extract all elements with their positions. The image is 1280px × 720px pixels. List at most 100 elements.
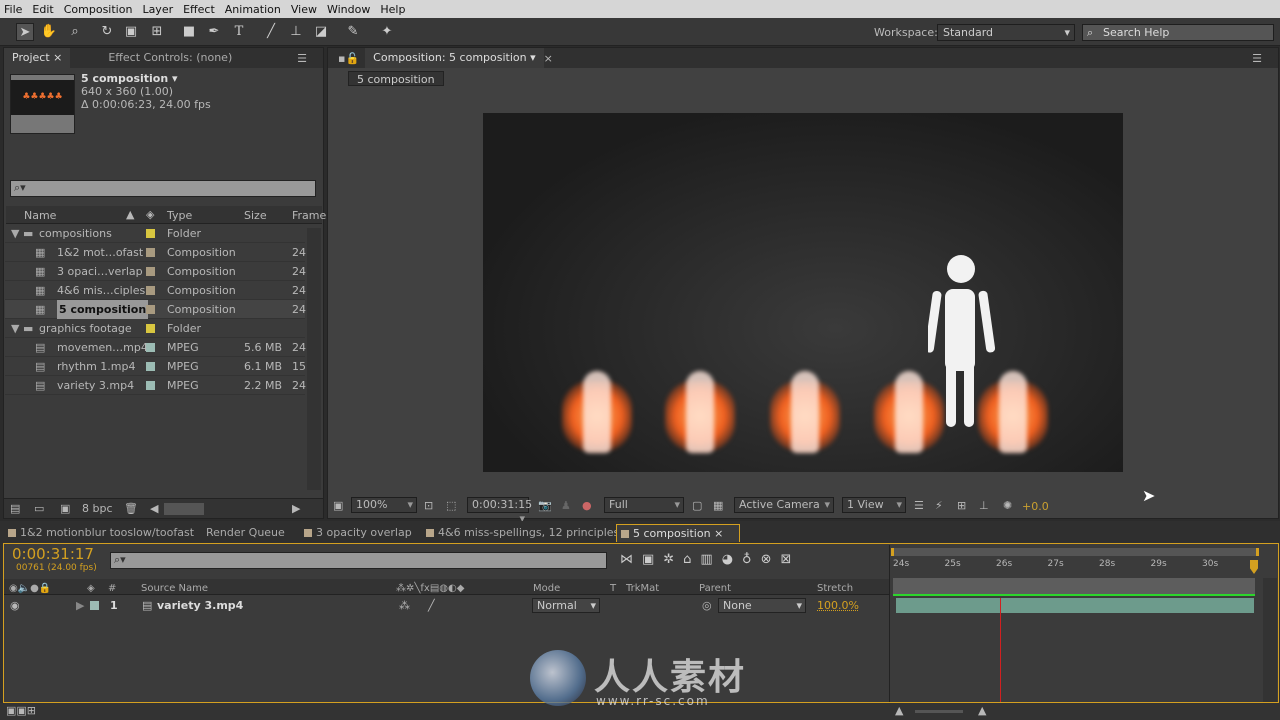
- camera-tool-icon[interactable]: ▣: [122, 23, 140, 41]
- eraser-tool-icon[interactable]: ◪: [312, 23, 330, 41]
- shy-switch-icon[interactable]: ⁂: [399, 599, 410, 612]
- timeline-tab[interactable]: 1&2 motionblur tooslow/toofast: [4, 524, 194, 542]
- column-type[interactable]: Type: [167, 209, 192, 222]
- selection-tool-icon[interactable]: ➤: [16, 23, 34, 41]
- project-item[interactable]: ▦ 1&2 mot…ofast Composition 24: [5, 243, 306, 262]
- menu-animation[interactable]: Animation: [225, 3, 281, 16]
- channel-rgb-icon[interactable]: ●: [582, 499, 592, 512]
- timeline-search-input[interactable]: ⌕▾: [110, 552, 607, 569]
- label-color[interactable]: [146, 324, 155, 333]
- rectangle-tool-icon[interactable]: ■: [180, 23, 198, 41]
- column-source-name[interactable]: Source Name: [141, 583, 208, 594]
- toggle-pixel-aspect-icon[interactable]: ☰: [914, 499, 924, 512]
- quality-switch-icon[interactable]: ╱: [428, 599, 435, 612]
- project-search-input[interactable]: ⌕▾: [10, 180, 316, 197]
- reset-exposure-icon[interactable]: ✺: [1003, 499, 1012, 512]
- interpret-footage-icon[interactable]: ▤: [10, 502, 20, 515]
- current-time-display[interactable]: 0:00:31:15: [467, 497, 532, 526]
- zoom-in-icon[interactable]: ▲: [978, 704, 986, 717]
- tab-composition[interactable]: Composition: 5 composition ▾: [365, 48, 544, 68]
- label-color[interactable]: [146, 381, 155, 390]
- new-composition-icon[interactable]: ▣: [60, 502, 70, 515]
- parent-dropdown[interactable]: None ▾: [718, 598, 806, 613]
- workspace-dropdown[interactable]: Standard ▾: [937, 24, 1075, 41]
- timeline-switches[interactable]: ⋈▣✲⌂▥◕♁⊗⊠: [620, 552, 880, 567]
- timeline-current-time[interactable]: 0:00:31:17: [12, 545, 94, 563]
- label-color[interactable]: [146, 305, 155, 314]
- menu-composition[interactable]: Composition: [64, 3, 133, 16]
- timeline-icon[interactable]: ⊞: [957, 499, 966, 512]
- timeline-scrollbar[interactable]: [1263, 578, 1277, 702]
- project-item[interactable]: ▤ variety 3.mp4 MPEG 2.2 MB 24: [5, 376, 306, 395]
- zoom-tool-icon[interactable]: ⌕: [66, 23, 84, 41]
- new-folder-icon[interactable]: ▭: [34, 502, 44, 515]
- selected-item-name[interactable]: 5 composition ▾: [81, 72, 178, 85]
- close-icon[interactable]: ×: [544, 52, 553, 65]
- comp-breadcrumb[interactable]: 5 composition: [348, 71, 444, 86]
- puppet-pin-tool-icon[interactable]: ✦: [378, 23, 396, 41]
- clone-stamp-tool-icon[interactable]: ⊥: [287, 23, 305, 41]
- blend-mode-dropdown[interactable]: Normal ▾: [532, 598, 600, 613]
- tab-effect-controls[interactable]: Effect Controls: (none): [100, 48, 240, 68]
- resolution-dropdown[interactable]: Full: [604, 497, 684, 513]
- view-layout-dropdown[interactable]: 1 View: [842, 497, 906, 513]
- project-item[interactable]: ▦ 5 composition Composition 24: [5, 300, 306, 319]
- brush-tool-icon[interactable]: ╱: [262, 23, 280, 41]
- column-frame[interactable]: Frame: [292, 209, 326, 222]
- safe-zones-icon[interactable]: ⊡: [424, 499, 433, 512]
- type-tool-icon[interactable]: T: [230, 23, 248, 41]
- label-color[interactable]: [146, 286, 155, 295]
- label-color[interactable]: [146, 362, 155, 371]
- project-item[interactable]: ▼ ▬ graphics footage Folder: [5, 319, 305, 338]
- trash-icon[interactable]: 🗑: [124, 502, 138, 515]
- fast-previews-icon[interactable]: ⚡: [935, 499, 943, 512]
- tab-project[interactable]: Project ×: [4, 48, 71, 68]
- bpc-button[interactable]: 8 bpc: [82, 502, 113, 515]
- always-preview-icon[interactable]: ▣: [333, 499, 343, 512]
- mask-visibility-icon[interactable]: ⬚: [446, 499, 456, 512]
- project-scrollbar[interactable]: [307, 228, 321, 490]
- timeline-tab[interactable]: 5 composition ×: [616, 524, 741, 542]
- transparency-grid-icon[interactable]: ▦: [713, 499, 723, 512]
- region-of-interest-icon[interactable]: ▢: [692, 499, 702, 512]
- layer-duration-bar[interactable]: [896, 598, 1254, 613]
- stretch-value[interactable]: 100.0%: [817, 599, 859, 612]
- label-color[interactable]: [146, 343, 155, 352]
- camera-view-dropdown[interactable]: Active Camera: [734, 497, 834, 513]
- pan-behind-tool-icon[interactable]: ⊞: [148, 23, 166, 41]
- rotate-tool-icon[interactable]: ↻: [98, 23, 116, 41]
- composition-canvas[interactable]: [483, 113, 1123, 472]
- project-item[interactable]: ▦ 4&6 mis…ciples Composition 24: [5, 281, 306, 300]
- menu-edit[interactable]: Edit: [32, 3, 53, 16]
- flowchart-icon[interactable]: ⊥: [979, 499, 989, 512]
- column-name[interactable]: Name: [24, 209, 56, 222]
- label-color[interactable]: [90, 601, 99, 610]
- scroll-right-icon[interactable]: ▶: [292, 502, 300, 515]
- eye-visibility-icon[interactable]: ◉: [10, 599, 20, 612]
- lock-icon[interactable]: ▪🔓: [338, 52, 359, 65]
- column-size[interactable]: Size: [244, 209, 267, 222]
- close-icon[interactable]: ×: [714, 527, 723, 540]
- snapshot-camera-icon[interactable]: 📷: [538, 499, 552, 512]
- timeline-tab[interactable]: 3 opacity overlap: [300, 524, 412, 542]
- menu-layer[interactable]: Layer: [142, 3, 173, 16]
- label-color[interactable]: [146, 229, 155, 238]
- panel-menu-icon[interactable]: ☰: [1252, 52, 1262, 65]
- menu-help[interactable]: Help: [380, 3, 405, 16]
- horizontal-scrollbar[interactable]: [164, 503, 204, 515]
- show-snapshot-icon[interactable]: ♟: [561, 499, 571, 512]
- zoom-out-icon[interactable]: ▲: [895, 704, 903, 717]
- panel-menu-icon[interactable]: ☰: [297, 52, 307, 65]
- pick-whip-icon[interactable]: ◎: [702, 599, 712, 612]
- scroll-left-icon[interactable]: ◀: [150, 502, 158, 515]
- exposure-value[interactable]: +0.0: [1022, 500, 1049, 513]
- hand-tool-icon[interactable]: ✋: [40, 23, 58, 41]
- project-item[interactable]: ▦ 3 opaci…verlap Composition 24: [5, 262, 306, 281]
- timeline-tab[interactable]: 4&6 miss-spellings, 12 principles: [422, 524, 619, 542]
- project-item[interactable]: ▤ rhythm 1.mp4 MPEG 6.1 MB 15: [5, 357, 306, 376]
- menu-window[interactable]: Window: [327, 3, 370, 16]
- label-color[interactable]: [146, 267, 155, 276]
- time-ruler[interactable]: 24s 25s 26s 27s 28s 29s 30s: [891, 558, 1259, 576]
- expand-arrow-icon[interactable]: ▶: [76, 599, 84, 612]
- menu-view[interactable]: View: [291, 3, 317, 16]
